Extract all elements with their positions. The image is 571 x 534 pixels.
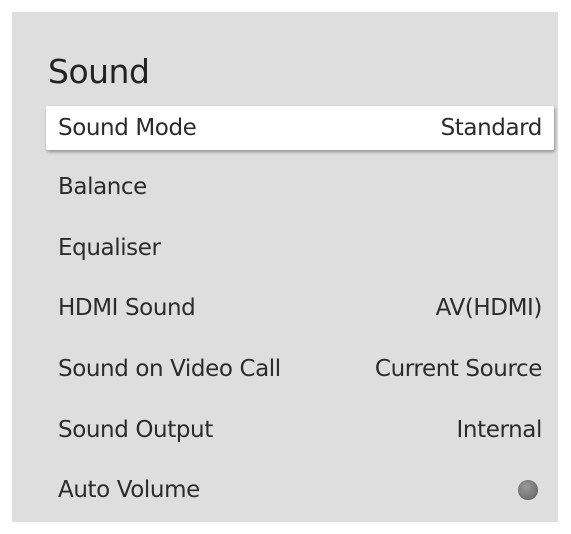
menu-item-label: Sound on Video Call — [58, 356, 281, 382]
menu-item-label: Sound Output — [58, 417, 213, 443]
menu-item-equaliser[interactable]: Equaliser — [46, 226, 554, 270]
auto-volume-toggle[interactable] — [518, 480, 538, 500]
menu-item-sound-output[interactable]: Sound Output Internal — [46, 408, 554, 452]
sound-settings-panel: Sound Sound Mode Standard Balance Equali… — [12, 12, 558, 522]
menu-item-label: HDMI Sound — [58, 295, 196, 321]
menu-item-auto-volume[interactable]: Auto Volume — [46, 468, 554, 512]
menu-item-balance[interactable]: Balance — [46, 165, 554, 209]
menu-title: Sound — [48, 52, 150, 91]
menu-item-label: Auto Volume — [58, 477, 200, 503]
menu-item-sound-on-video-call[interactable]: Sound on Video Call Current Source — [46, 347, 554, 391]
menu-item-label: Equaliser — [58, 235, 161, 261]
menu-item-sound-mode[interactable]: Sound Mode Standard — [46, 106, 554, 150]
menu-item-value: AV(HDMI) — [435, 295, 543, 321]
menu-item-value: Internal — [456, 417, 543, 443]
menu-item-hdmi-sound[interactable]: HDMI Sound AV(HDMI) — [46, 286, 554, 330]
menu-item-value: Standard — [440, 115, 543, 141]
menu-item-label: Sound Mode — [58, 115, 197, 141]
menu-item-label: Balance — [58, 174, 147, 200]
menu-item-value: Current Source — [374, 356, 542, 382]
